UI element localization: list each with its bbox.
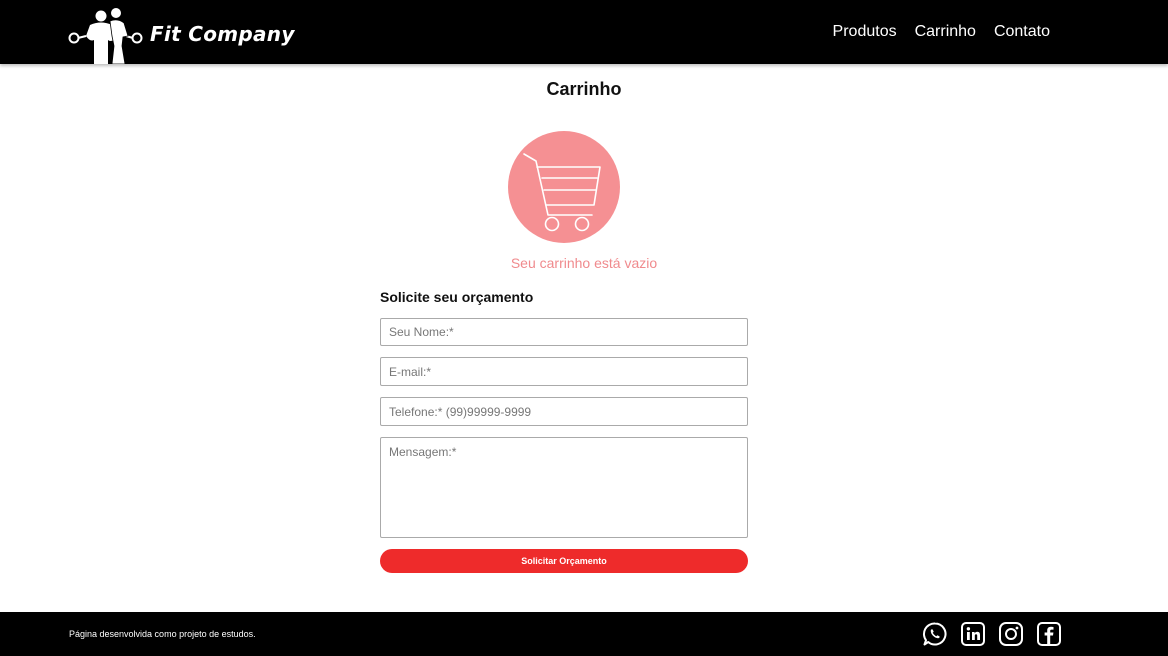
site-header: Fit Company Produtos Carrinho Contato [0,0,1168,64]
main-nav: Produtos Carrinho Contato [833,22,1050,42]
message-textarea[interactable] [380,437,748,538]
instagram-link[interactable] [998,621,1024,647]
brand-name: Fit Company [150,22,295,46]
brand-logo[interactable]: Fit Company [68,6,295,64]
whatsapp-link[interactable] [922,621,948,647]
nav-produtos[interactable]: Produtos [833,22,897,42]
social-links [922,621,1062,647]
quote-form-title: Solicite seu orçamento [380,289,534,305]
shopping-cart-icon [523,153,601,232]
fitness-couple-logo-icon [68,8,143,64]
phone-input[interactable] [380,397,748,426]
instagram-icon [999,622,1023,646]
name-input[interactable] [380,318,748,346]
nav-carrinho[interactable]: Carrinho [915,22,976,42]
empty-cart-illustration [508,131,620,243]
request-quote-button[interactable]: Solicitar Orçamento [380,549,748,573]
facebook-link[interactable] [1036,621,1062,647]
linkedin-link[interactable] [960,621,986,647]
empty-cart-message: Seu carrinho está vazio [510,255,658,271]
linkedin-icon [961,622,985,646]
whatsapp-icon [923,622,947,646]
site-footer: Página desenvolvida como projeto de estu… [0,612,1168,656]
page-title: Carrinho [546,79,622,99]
email-input[interactable] [380,357,748,386]
footer-text: Página desenvolvida como projeto de estu… [69,629,256,639]
facebook-icon [1037,622,1061,646]
nav-contato[interactable]: Contato [994,22,1050,42]
